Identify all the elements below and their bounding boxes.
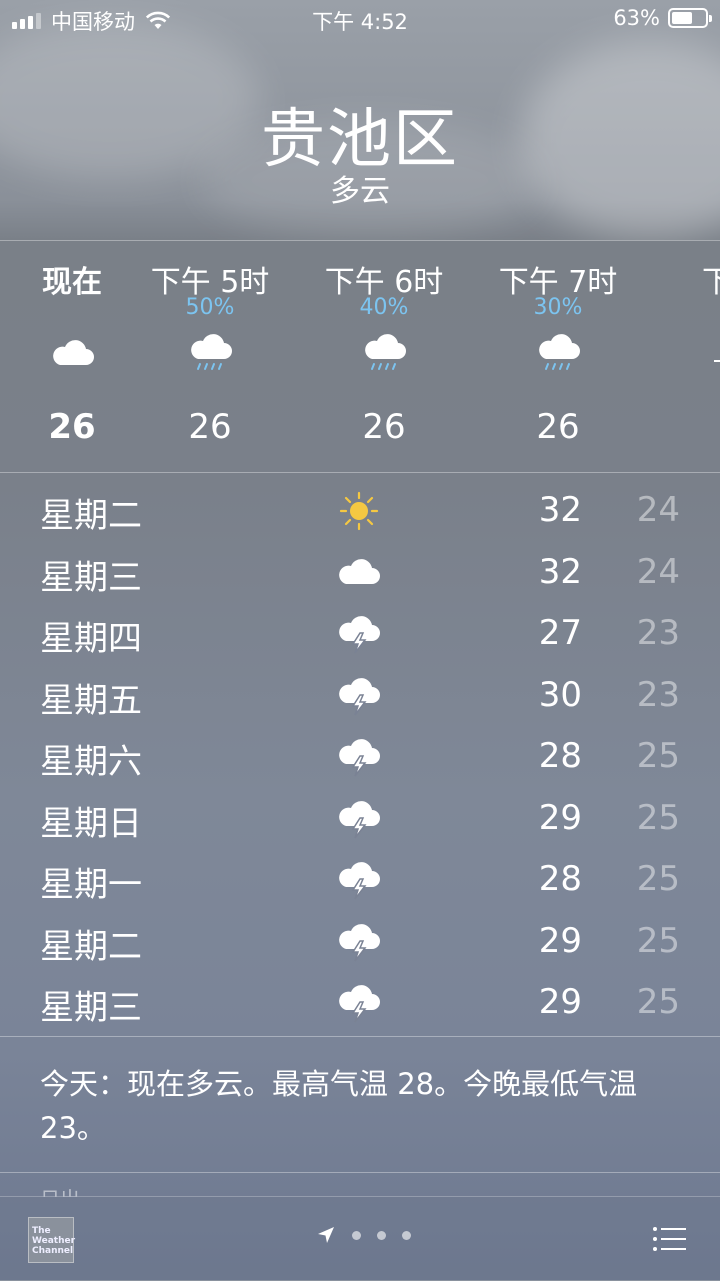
day-high: 32 (538, 551, 582, 592)
day-high: 28 (538, 859, 582, 899)
rain-icon (539, 334, 580, 370)
hour-temp: 26 (362, 407, 406, 447)
sunset-icon (714, 360, 720, 362)
page-dot (377, 1230, 386, 1240)
day-low: 24 (636, 490, 680, 530)
hour-temp: 26 (188, 407, 232, 447)
hour-label: 下午 (702, 265, 720, 300)
thunderstorm-icon (339, 677, 380, 715)
day-low: 24 (636, 551, 680, 592)
sunrise-label: 日出 (40, 1183, 80, 1197)
day-name: 星期五 (40, 680, 142, 721)
thunderstorm-icon (339, 739, 380, 777)
day-row: 星期二 32 24 (0, 480, 720, 542)
hour-temp: 日 (652, 407, 720, 456)
day-row: 星期三 32 24 (0, 542, 720, 604)
day-high: 29 (538, 982, 582, 1022)
day-name: 星期三 (40, 988, 142, 1028)
day-name: 星期三 (40, 557, 142, 598)
day-high: 30 (538, 674, 582, 715)
cloud-icon (339, 558, 380, 584)
day-row: 星期五 30 23 (0, 665, 720, 727)
day-row: 星期二 29 25 (0, 911, 720, 973)
status-bar: 中国移动 下午 4:52 63% (0, 0, 720, 40)
hour-pop: 40% (359, 295, 409, 320)
location-arrow-icon (318, 1227, 334, 1243)
day-high: 27 (538, 613, 582, 653)
hour-pop: 50% (185, 295, 235, 320)
day-high: 28 (538, 736, 582, 776)
page-dot (402, 1230, 411, 1240)
day-low: 23 (636, 674, 680, 715)
day-row: 星期六 28 25 (0, 726, 720, 788)
day-name: 星期六 (40, 742, 142, 782)
current-condition: 多云 (330, 174, 390, 209)
thunderstorm-icon (339, 862, 380, 900)
rain-icon (191, 334, 232, 370)
thunderstorm-icon (339, 800, 380, 838)
day-name: 星期一 (40, 865, 142, 905)
day-name: 星期二 (40, 926, 142, 967)
day-low: 25 (636, 797, 680, 838)
battery-icon (668, 8, 712, 28)
sun-icon (339, 491, 379, 531)
page-indicator[interactable] (316, 1225, 411, 1245)
thunderstorm-icon (339, 923, 380, 961)
today-summary: 今天：现在多云。最高气温 28。今晚最低气温 23。 (40, 1067, 638, 1145)
thunderstorm-icon (339, 985, 380, 1023)
day-row: 星期四 27 23 (0, 603, 720, 665)
status-time: 下午 4:52 (312, 10, 408, 34)
day-high: 29 (538, 797, 582, 838)
weather-channel-logo[interactable]: The Weather Channel (28, 1217, 75, 1263)
day-low: 25 (636, 736, 680, 776)
day-row: 星期三 29 25 (0, 972, 720, 1034)
hourly-forecast[interactable]: 现在 26 下午 5时 50% 26 下午 6时 40% 26 下午 7时 30… (0, 241, 720, 471)
battery-percent: 63% (613, 6, 660, 30)
hour-pop: 30% (533, 295, 583, 320)
hour-temp: 26 (536, 407, 580, 447)
thunderstorm-icon (339, 616, 380, 654)
divider (0, 1172, 720, 1173)
cloud-icon (53, 340, 94, 365)
daily-forecast[interactable]: 星期二 32 24 星期三 32 24 星期四 27 23 星期五 30 23 … (0, 480, 720, 1034)
day-name: 星期日 (40, 803, 142, 844)
day-high: 32 (538, 490, 582, 530)
day-row: 星期日 29 25 (0, 788, 720, 850)
divider (0, 1036, 720, 1037)
divider (0, 472, 720, 473)
day-low: 23 (636, 613, 680, 653)
day-low: 25 (636, 982, 680, 1022)
bottom-toolbar: The Weather Channel (0, 1196, 720, 1281)
day-name: 星期二 (40, 496, 142, 536)
day-high: 29 (538, 920, 582, 961)
rain-icon (365, 334, 406, 370)
page-dot (352, 1230, 361, 1240)
day-low: 25 (636, 920, 680, 961)
day-name: 星期四 (40, 619, 142, 659)
day-row: 星期一 28 25 (0, 849, 720, 911)
day-low: 25 (636, 859, 680, 899)
list-icon[interactable] (652, 1225, 686, 1253)
